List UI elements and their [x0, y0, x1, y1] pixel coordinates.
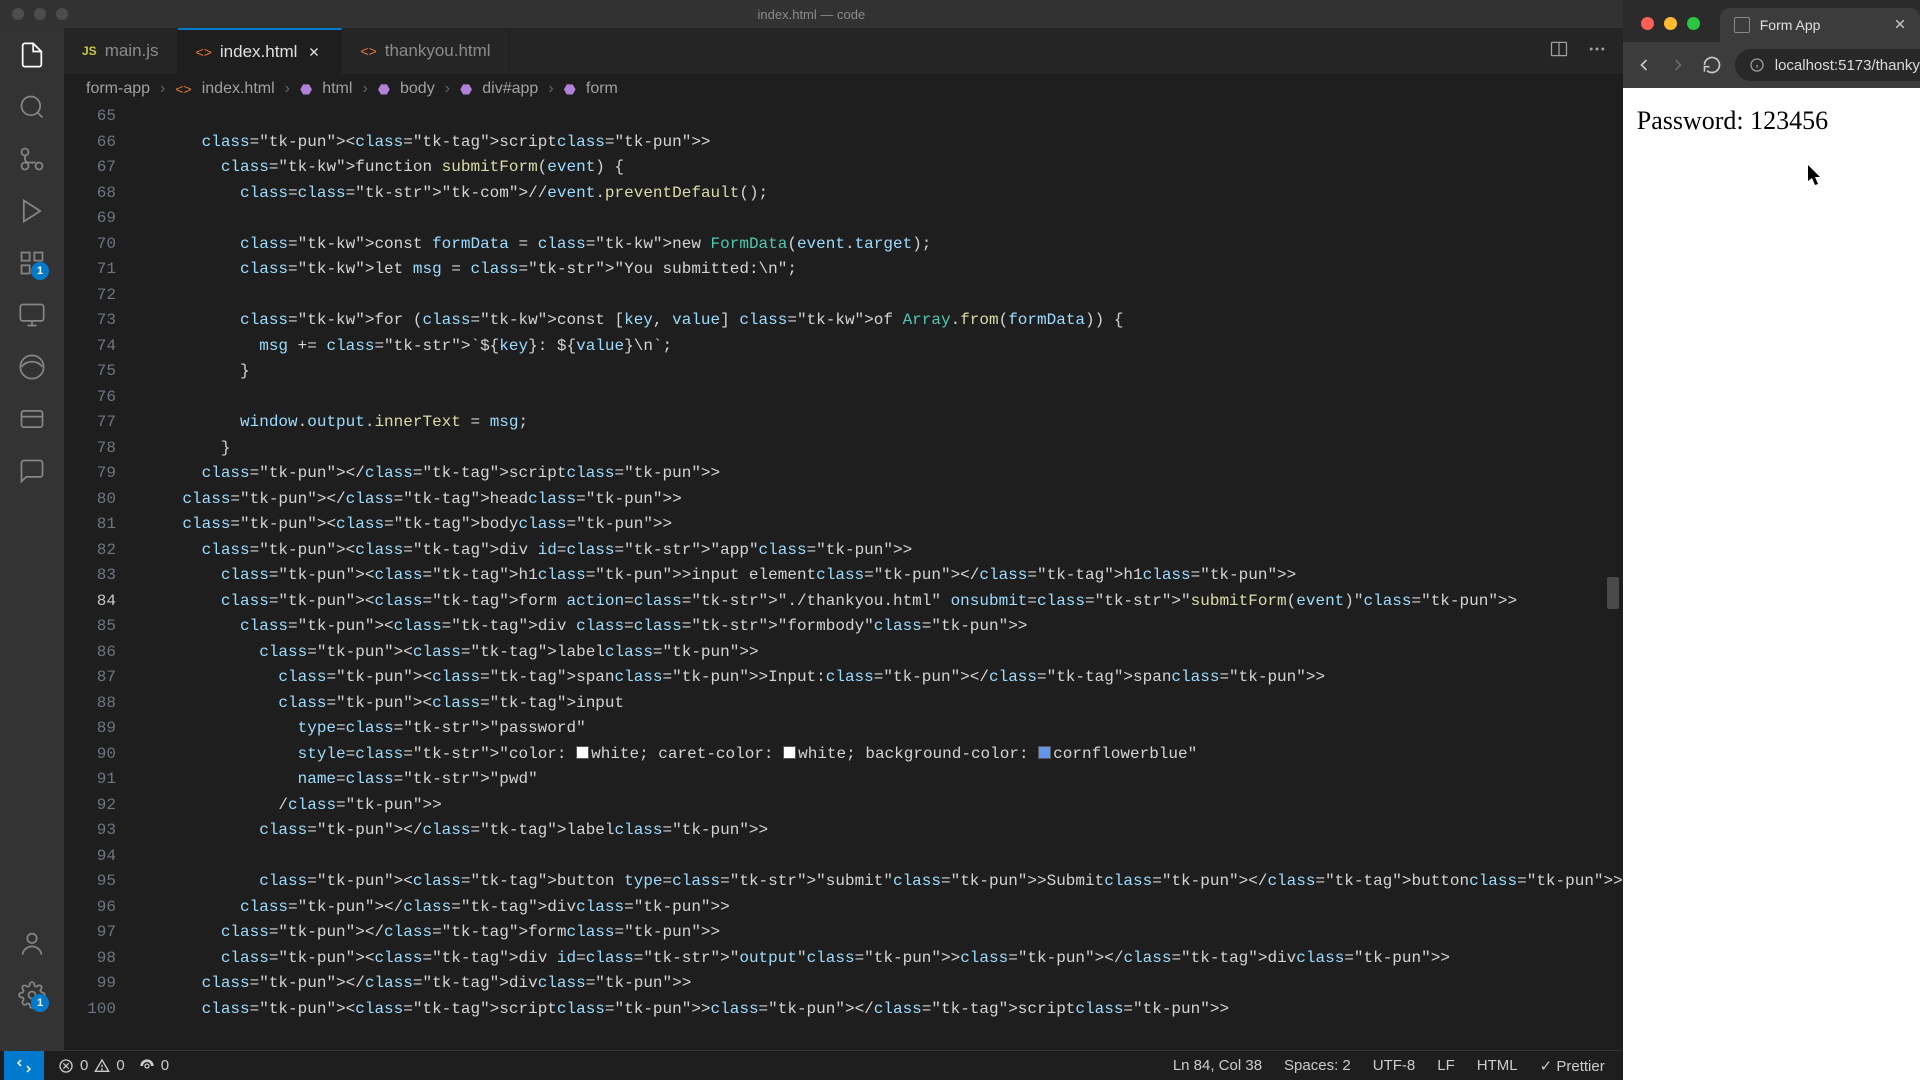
url-text: localhost:5173/thankyou.html?pwd=123…: [1775, 57, 1920, 74]
zoom-dot[interactable]: [1687, 17, 1700, 30]
close-dot[interactable]: [1641, 17, 1654, 30]
tab-label: index.html: [220, 42, 297, 62]
browser-tab-title: Form App: [1760, 17, 1821, 33]
warning-count: 0: [116, 1057, 124, 1074]
ports-button[interactable]: 0: [139, 1057, 169, 1074]
edge-tools-icon[interactable]: [17, 352, 47, 382]
code-editor[interactable]: 6566676869707172737475767778798081828384…: [64, 104, 1623, 1050]
settings-badge: 1: [31, 994, 49, 1012]
breadcrumb[interactable]: form-app › <> index.html › ⬣ html › ⬣ bo…: [64, 74, 1623, 104]
tab-label: main.js: [105, 41, 159, 61]
page-content: Password: 123456: [1623, 88, 1920, 1080]
indentation[interactable]: Spaces: 2: [1284, 1057, 1351, 1075]
tab-index-html[interactable]: <> index.html: [178, 28, 343, 74]
breadcrumb-item[interactable]: form-app: [86, 80, 150, 98]
source-control-icon[interactable]: [17, 144, 47, 174]
tab-main-js[interactable]: JS main.js: [64, 28, 178, 74]
close-icon[interactable]: [305, 43, 323, 61]
eol[interactable]: LF: [1437, 1057, 1455, 1075]
tab-thankyou-html[interactable]: <> thankyou.html: [342, 28, 509, 74]
browser-toolbar: localhost:5173/thankyou.html?pwd=123…: [1623, 42, 1920, 88]
status-bar: 0 0 0 Ln 84, Col 38 Spaces: 2 UTF-8 LF H…: [0, 1050, 1623, 1080]
html-file-icon: <>: [196, 44, 212, 60]
element-icon: ⬣: [378, 81, 390, 98]
extensions-icon[interactable]: 1: [17, 248, 47, 278]
traffic-lights[interactable]: [12, 8, 68, 20]
formatter-status[interactable]: ✓ Prettier: [1540, 1057, 1605, 1075]
chat-icon[interactable]: [17, 456, 47, 486]
back-button[interactable]: [1633, 54, 1655, 76]
explorer-icon[interactable]: [17, 40, 47, 70]
cursor-position[interactable]: Ln 84, Col 38: [1173, 1057, 1262, 1075]
address-bar[interactable]: localhost:5173/thankyou.html?pwd=123…: [1735, 49, 1920, 81]
language-mode[interactable]: HTML: [1477, 1057, 1518, 1075]
extensions-badge: 1: [31, 262, 49, 280]
reload-button[interactable]: [1701, 54, 1723, 76]
js-file-icon: JS: [82, 44, 97, 58]
breadcrumb-item[interactable]: form: [586, 80, 618, 98]
activity-bar: 1: [0, 28, 64, 1050]
close-dot[interactable]: [12, 8, 24, 20]
element-icon: ⬣: [300, 81, 312, 98]
vscode-window: index.html — code 1: [0, 0, 1623, 1080]
search-icon[interactable]: [17, 92, 47, 122]
settings-gear-icon[interactable]: 1: [17, 980, 47, 1010]
favicon-icon: [1734, 17, 1750, 33]
html-file-icon: <>: [360, 43, 376, 59]
remote-button[interactable]: [4, 1051, 44, 1080]
forward-button[interactable]: [1667, 54, 1689, 76]
browser-tab[interactable]: Form App: [1720, 8, 1920, 42]
minimize-dot[interactable]: [1664, 17, 1677, 30]
editor-tabs: JS main.js <> index.html <> thankyou.htm…: [64, 28, 1623, 74]
scrollbar-thumb[interactable]: [1607, 577, 1619, 609]
site-info-icon[interactable]: [1749, 57, 1765, 73]
html-file-icon: <>: [175, 81, 191, 97]
run-debug-icon[interactable]: [17, 196, 47, 226]
breadcrumb-item[interactable]: div#app: [482, 80, 538, 98]
more-actions-icon[interactable]: [1587, 39, 1607, 64]
browser-window: Form App: [1623, 0, 1920, 1080]
breadcrumb-item[interactable]: index.html: [202, 80, 275, 98]
timeline-icon[interactable]: [17, 404, 47, 434]
element-icon: ⬣: [564, 81, 576, 98]
mouse-cursor-icon: [1808, 164, 1824, 186]
page-text: Password: 123456: [1637, 106, 1828, 135]
browser-tabstrip: Form App: [1623, 0, 1920, 42]
error-count: 0: [80, 1057, 88, 1074]
remote-explorer-icon[interactable]: [17, 300, 47, 330]
zoom-dot[interactable]: [56, 8, 68, 20]
minimize-dot[interactable]: [34, 8, 46, 20]
window-title: index.html — code: [758, 7, 866, 22]
problems-button[interactable]: 0 0: [58, 1057, 125, 1074]
vscode-titlebar: index.html — code: [0, 0, 1623, 28]
encoding[interactable]: UTF-8: [1373, 1057, 1416, 1075]
close-icon[interactable]: [1894, 17, 1906, 33]
breadcrumb-item[interactable]: html: [322, 80, 352, 98]
traffic-lights[interactable]: [1641, 17, 1700, 30]
element-icon: ⬣: [460, 81, 472, 98]
port-count: 0: [161, 1057, 169, 1074]
split-editor-icon[interactable]: [1549, 39, 1569, 64]
account-icon[interactable]: [17, 928, 47, 958]
editor-area: JS main.js <> index.html <> thankyou.htm…: [64, 28, 1623, 1050]
tab-label: thankyou.html: [385, 41, 491, 61]
breadcrumb-item[interactable]: body: [400, 80, 435, 98]
